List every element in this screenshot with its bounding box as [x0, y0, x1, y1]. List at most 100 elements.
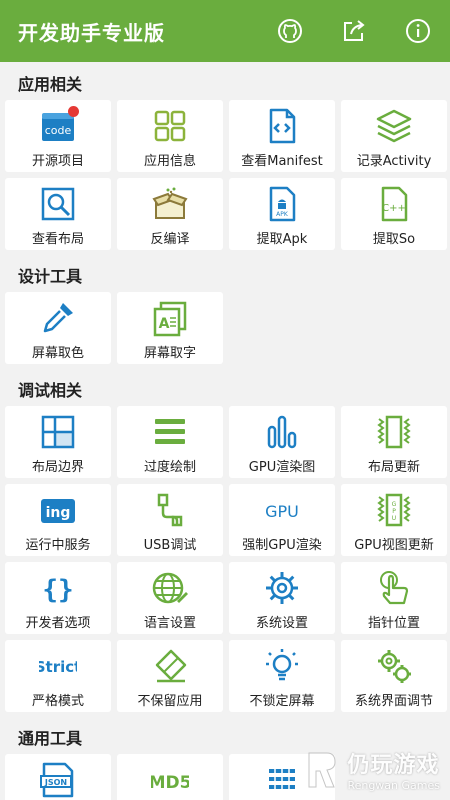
tile-stay-awake[interactable]: 不锁定屏幕 [229, 640, 335, 712]
tile-label: 不保留应用 [137, 694, 203, 709]
json-icon: JSON [40, 762, 74, 798]
tile-system-settings[interactable]: 系统设置 [229, 562, 335, 634]
apk-file-icon: APK [269, 186, 296, 222]
tile-label: GPU视图更新 [354, 538, 434, 553]
tile-json[interactable]: JSON [5, 754, 111, 800]
tile-md5[interactable]: MD5 [117, 754, 223, 800]
share-button[interactable] [322, 0, 386, 62]
info-button[interactable] [386, 0, 450, 62]
tile-record-activity[interactable]: 记录Activity [341, 100, 447, 172]
tile-running-services[interactable]: ing 运行中服务 [5, 484, 111, 556]
svg-text:{}: {} [42, 575, 73, 605]
tile-label: GPU渲染图 [248, 460, 316, 475]
info-icon [406, 19, 430, 43]
tile-language-settings[interactable]: 语言设置 [117, 562, 223, 634]
tile-color-picker[interactable]: 屏幕取色 [5, 292, 111, 364]
tile-force-gpu[interactable]: GPU 强制GPU渲染 [229, 484, 335, 556]
tile-label: 布局边界 [31, 460, 84, 475]
tile-label: 屏幕取色 [31, 346, 84, 361]
svg-text:C++: C++ [382, 203, 406, 214]
eyedropper-icon [43, 303, 73, 333]
github-icon [278, 19, 302, 43]
gpu-chip-icon: G P U [377, 493, 411, 527]
gift-box-icon [152, 187, 188, 219]
tile-gpu-render[interactable]: GPU渲染图 [229, 406, 335, 478]
svg-text:U: U [392, 515, 396, 522]
svg-text:ing: ing [46, 505, 71, 521]
json-icon-text: JSON [44, 778, 67, 787]
tile-label: 提取Apk [256, 232, 308, 247]
tile-dont-keep-apps[interactable]: 不保留应用 [117, 640, 223, 712]
svg-text:Strict: Strict [39, 658, 77, 676]
usb-icon [157, 493, 183, 527]
section-grid-design: 屏幕取色 A 屏幕取字 [0, 292, 450, 364]
section-grid-debug: 布局边界 过度绘制 GPU渲染图 布局更新 ing 运行中服务 USB调试 GP… [0, 406, 450, 712]
tile-strict-mode[interactable]: Strict 严格模式 [5, 640, 111, 712]
tile-pointer-location[interactable]: 指针位置 [341, 562, 447, 634]
tile-label: 运行中服务 [25, 538, 91, 553]
tile-label: 系统设置 [255, 616, 308, 631]
tile-label: 查看布局 [31, 232, 84, 247]
svg-text:GPU: GPU [265, 502, 299, 521]
tile-label: 不锁定屏幕 [249, 694, 315, 709]
tile-label: 反编译 [150, 232, 190, 247]
braces-icon: {} [42, 575, 73, 605]
tile-usb-debug[interactable]: USB调试 [117, 484, 223, 556]
share-icon [344, 20, 365, 41]
tile-label: 记录Activity [356, 154, 432, 169]
grid-apps-icon [154, 110, 186, 142]
tile-open-source[interactable]: code 开源项目 [5, 100, 111, 172]
tile-layout-bounds[interactable]: 布局边界 [5, 406, 111, 478]
tile-label: 过度绘制 [143, 460, 196, 475]
rengwan-logo-icon [308, 752, 336, 787]
md5-icon-text: MD5 [151, 773, 189, 793]
section-grid-app: code 开源项目 应用信息 查看Manifest 记录Activity 查看布… [0, 100, 450, 250]
tile-view-manifest[interactable]: 查看Manifest [229, 100, 335, 172]
tile-label: 布局更新 [367, 460, 420, 475]
tile-label: USB调试 [143, 538, 197, 553]
tile-app-info[interactable]: 应用信息 [117, 100, 223, 172]
layers-icon [376, 109, 412, 143]
tile-layout-update[interactable]: 布局更新 [341, 406, 447, 478]
globe-icon [152, 572, 188, 604]
tile-system-ui-tuner[interactable]: 系统界面调节 [341, 640, 447, 712]
tile-label: 语言设置 [143, 616, 196, 631]
section-title: 应用相关 [18, 75, 83, 94]
tile-extract-apk[interactable]: APK 提取Apk [229, 178, 335, 250]
watermark-main: 仍玩游戏 [347, 753, 440, 778]
md5-icon: MD5 [151, 773, 189, 793]
gears-icon [378, 650, 411, 683]
text-capture-icon: A [153, 301, 187, 337]
tile-label: 系统界面调节 [354, 694, 433, 709]
overdraw-icon [155, 419, 185, 444]
tile-decompile[interactable]: 反编译 [117, 178, 223, 250]
tile-overdraw[interactable]: 过度绘制 [117, 406, 223, 478]
section-title: 调试相关 [18, 381, 83, 400]
svg-text:P: P [392, 508, 396, 515]
layout-update-icon [377, 415, 411, 449]
tile-label: 强制GPU渲染 [242, 538, 322, 553]
layout-bounds-icon [41, 415, 75, 449]
github-button[interactable] [258, 0, 322, 62]
svg-text:code: code [45, 124, 72, 137]
tile-label: 指针位置 [367, 616, 420, 631]
strict-icon: Strict [39, 658, 77, 676]
tile-extract-so[interactable]: C++ 提取So [341, 178, 447, 250]
so-file-icon: C++ [381, 186, 408, 222]
tile-label: 开源项目 [31, 154, 84, 169]
app-bar: 开发助手专业版 [0, 0, 450, 62]
watermark-sub: Rengwan Games [347, 779, 440, 792]
section-title: 设计工具 [18, 267, 83, 286]
app-bar-actions [258, 0, 450, 62]
tile-text-capture[interactable]: A 屏幕取字 [117, 292, 223, 364]
tile-view-layout[interactable]: 查看布局 [5, 178, 111, 250]
watermark: 仍玩游戏 Rengwan Games [301, 747, 440, 792]
svg-text:APK: APK [276, 211, 289, 218]
tile-label: 屏幕取字 [143, 346, 196, 361]
tile-label: 开发者选项 [25, 616, 91, 631]
tile-developer-options[interactable]: {} 开发者选项 [5, 562, 111, 634]
tile-gpu-view-update[interactable]: G P U GPU视图更新 [341, 484, 447, 556]
svg-text:A: A [159, 316, 170, 332]
list-icon [269, 767, 295, 791]
tile-label: 严格模式 [31, 694, 84, 709]
